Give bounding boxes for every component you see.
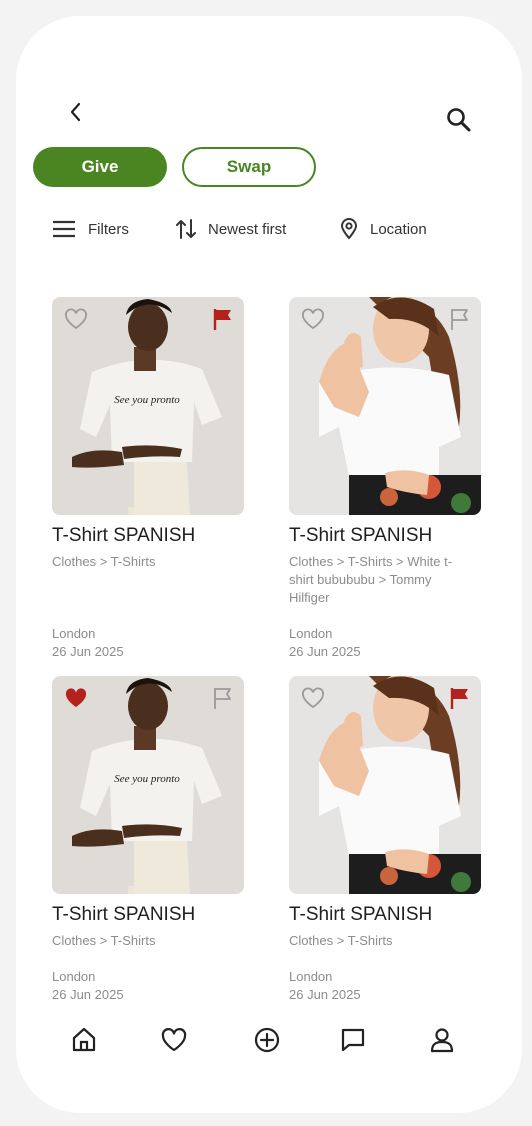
item-title: T-Shirt SPANISH	[289, 904, 433, 925]
location-button[interactable]: Location	[340, 214, 427, 244]
item-location: London	[52, 969, 96, 984]
item-photo[interactable]: See you pronto	[52, 676, 244, 894]
sort-icon	[176, 219, 196, 239]
item-date: 26 Jun 2025	[289, 644, 361, 659]
heart-outline-icon	[65, 308, 87, 330]
item-date: 26 Jun 2025	[289, 987, 361, 1002]
filters-icon	[53, 220, 75, 238]
nav-messages[interactable]	[335, 1022, 371, 1058]
item-card[interactable]: See you pronto T-Shirt SPANISH Clothes >…	[52, 297, 252, 571]
filters-label: Filters	[88, 220, 129, 238]
item-title: T-Shirt SPANISH	[52, 525, 196, 546]
item-card[interactable]: See you pronto T-Shirt SPANISH Clothes >…	[52, 676, 252, 950]
back-button[interactable]	[64, 98, 88, 126]
nav-home[interactable]	[66, 1022, 102, 1058]
shirt-print-text: See you pronto	[114, 773, 180, 785]
item-photo[interactable]	[289, 676, 481, 894]
give-tab[interactable]: Give	[33, 147, 167, 187]
item-card[interactable]: T-Shirt SPANISH Clothes > T-Shirts > Whi…	[289, 297, 489, 607]
chevron-left-icon	[70, 102, 81, 122]
sort-button[interactable]: Newest first	[176, 214, 286, 244]
nav-favorites[interactable]	[156, 1022, 192, 1058]
heart-outline-icon	[302, 308, 324, 330]
search-icon	[447, 108, 471, 132]
flag-outline-icon	[214, 688, 231, 709]
item-category: Clothes > T-Shirts	[52, 933, 156, 948]
shirt-print-text: See you pronto	[114, 394, 180, 406]
home-icon	[72, 1027, 96, 1052]
swap-tab[interactable]: Swap	[182, 147, 316, 187]
flag-filled-icon	[450, 688, 468, 709]
heart-filled-icon	[65, 688, 87, 707]
item-title: T-Shirt SPANISH	[289, 525, 433, 546]
add-circle-icon	[254, 1027, 280, 1053]
search-button[interactable]	[444, 105, 474, 135]
swap-tab-label: Swap	[226, 157, 272, 176]
item-category: Clothes > T-Shirts	[289, 933, 393, 948]
item-category: Clothes > T-Shirts > White t-shirt bubub…	[289, 554, 453, 605]
location-pin-icon	[340, 218, 358, 240]
profile-icon	[430, 1028, 454, 1053]
item-card[interactable]: T-Shirt SPANISH Clothes > T-Shirts	[289, 676, 489, 950]
flag-outline-icon	[451, 309, 468, 330]
location-label: Location	[370, 220, 427, 238]
item-photo[interactable]	[289, 297, 481, 515]
item-location: London	[52, 626, 96, 641]
nav-profile[interactable]	[424, 1022, 460, 1058]
item-title: T-Shirt SPANISH	[52, 904, 196, 925]
heart-outline-icon	[302, 687, 324, 709]
item-photo[interactable]: See you pronto	[52, 297, 244, 515]
flag-filled-icon	[213, 309, 231, 330]
item-location: London	[289, 969, 333, 984]
item-date: 26 Jun 2025	[52, 644, 124, 659]
chat-icon	[341, 1028, 365, 1052]
give-tab-label: Give	[81, 157, 119, 176]
heart-icon	[161, 1028, 187, 1052]
sort-label: Newest first	[208, 220, 287, 238]
filters-button[interactable]: Filters	[52, 214, 129, 244]
item-location: London	[289, 626, 333, 641]
item-category: Clothes > T-Shirts	[52, 554, 156, 569]
item-date: 26 Jun 2025	[52, 987, 124, 1002]
nav-add[interactable]	[249, 1022, 285, 1058]
